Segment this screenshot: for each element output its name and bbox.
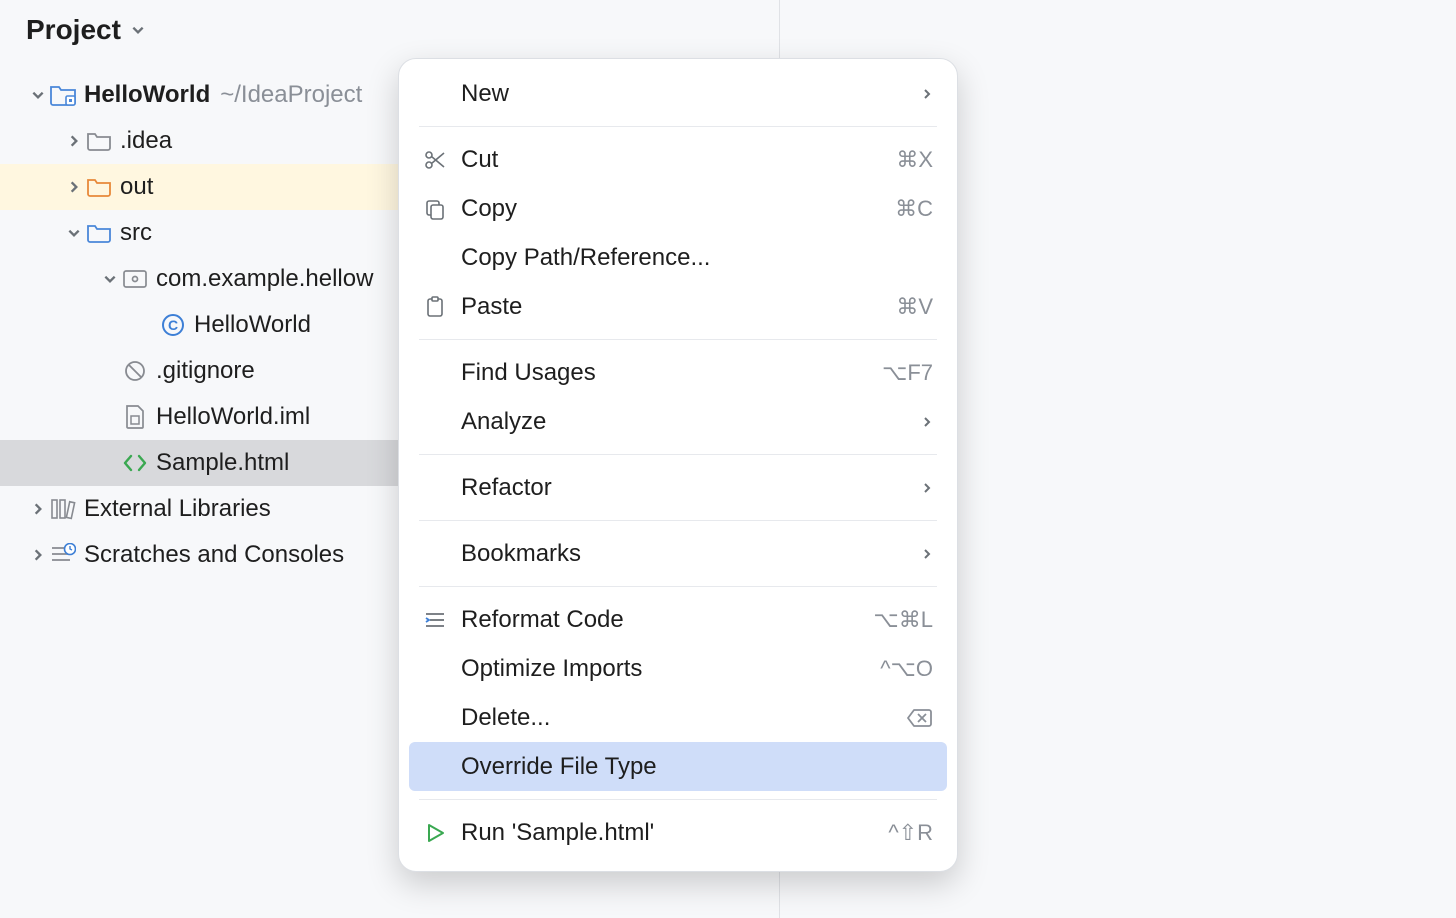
chevron-right-icon[interactable] bbox=[64, 180, 84, 194]
tree-label: Sample.html bbox=[156, 449, 289, 477]
chevron-down-icon[interactable] bbox=[100, 272, 120, 286]
menu-item-bookmarks[interactable]: Bookmarks bbox=[409, 529, 947, 578]
project-folder-icon bbox=[48, 84, 78, 106]
tree-label: .gitignore bbox=[156, 357, 255, 385]
menu-label: Run 'Sample.html' bbox=[461, 819, 888, 847]
tree-label: HelloWorld bbox=[194, 311, 311, 339]
menu-label: Delete... bbox=[461, 704, 907, 732]
chevron-right-icon bbox=[921, 416, 933, 428]
package-icon bbox=[120, 269, 150, 289]
menu-separator bbox=[419, 586, 937, 587]
menu-separator bbox=[419, 126, 937, 127]
menu-separator bbox=[419, 520, 937, 521]
copy-icon bbox=[419, 198, 451, 220]
menu-label: Paste bbox=[461, 293, 896, 321]
menu-separator bbox=[419, 799, 937, 800]
module-file-icon bbox=[120, 405, 150, 429]
chevron-down-icon[interactable] bbox=[131, 23, 145, 37]
html-file-icon bbox=[120, 452, 150, 474]
menu-separator bbox=[419, 339, 937, 340]
menu-label: Optimize Imports bbox=[461, 655, 880, 683]
chevron-right-icon[interactable] bbox=[28, 502, 48, 516]
svg-text:C: C bbox=[168, 317, 178, 333]
menu-item-override-file-type[interactable]: Override File Type bbox=[409, 742, 947, 791]
project-panel-header: Project bbox=[0, 0, 779, 60]
chevron-down-icon[interactable] bbox=[28, 88, 48, 102]
menu-shortcut: ⌘V bbox=[896, 294, 933, 320]
menu-label: Bookmarks bbox=[461, 540, 921, 568]
tree-sublabel: ~/IdeaProject bbox=[220, 81, 362, 109]
source-folder-icon bbox=[84, 223, 114, 243]
tree-label: com.example.hellow bbox=[156, 265, 373, 293]
menu-item-new[interactable]: New bbox=[409, 69, 947, 118]
menu-item-find-usages[interactable]: Find Usages ⌥F7 bbox=[409, 348, 947, 397]
menu-label: Copy Path/Reference... bbox=[461, 244, 933, 272]
menu-shortcut: ⌘C bbox=[895, 196, 933, 222]
library-icon bbox=[48, 498, 78, 520]
menu-item-cut[interactable]: Cut ⌘X bbox=[409, 135, 947, 184]
folder-excluded-icon bbox=[84, 177, 114, 197]
menu-item-delete[interactable]: Delete... bbox=[409, 693, 947, 742]
menu-separator bbox=[419, 454, 937, 455]
tree-label: out bbox=[120, 173, 153, 201]
menu-item-reformat-code[interactable]: Reformat Code ⌥⌘L bbox=[409, 595, 947, 644]
menu-item-copy[interactable]: Copy ⌘C bbox=[409, 184, 947, 233]
chevron-right-icon bbox=[921, 482, 933, 494]
menu-item-optimize-imports[interactable]: Optimize Imports ^⌥O bbox=[409, 644, 947, 693]
menu-label: Override File Type bbox=[461, 753, 933, 781]
menu-item-refactor[interactable]: Refactor bbox=[409, 463, 947, 512]
menu-item-run-sample[interactable]: Run 'Sample.html' ^⇧R bbox=[409, 808, 947, 857]
menu-label: Copy bbox=[461, 195, 895, 223]
scratches-icon bbox=[48, 543, 78, 567]
scissors-icon bbox=[419, 149, 451, 171]
chevron-right-icon bbox=[921, 548, 933, 560]
menu-shortcut: ^⌥O bbox=[880, 656, 933, 682]
menu-shortcut: ⌘X bbox=[896, 147, 933, 173]
tree-label: Scratches and Consoles bbox=[84, 541, 344, 569]
menu-label: Find Usages bbox=[461, 359, 882, 387]
class-icon: C bbox=[158, 313, 188, 337]
menu-shortcut: ⌥F7 bbox=[882, 360, 933, 386]
chevron-right-icon bbox=[921, 88, 933, 100]
menu-label: Cut bbox=[461, 146, 896, 174]
menu-shortcut: ⌥⌘L bbox=[873, 607, 933, 633]
menu-label: Analyze bbox=[461, 408, 921, 436]
folder-icon bbox=[84, 131, 114, 151]
tree-label: External Libraries bbox=[84, 495, 271, 523]
tree-label: src bbox=[120, 219, 152, 247]
paste-icon bbox=[419, 296, 451, 318]
tree-label: HelloWorld.iml bbox=[156, 403, 310, 431]
gitignore-icon bbox=[120, 360, 150, 382]
tree-label: .idea bbox=[120, 127, 172, 155]
menu-label: Refactor bbox=[461, 474, 921, 502]
menu-item-paste[interactable]: Paste ⌘V bbox=[409, 282, 947, 331]
reformat-icon bbox=[419, 610, 451, 630]
chevron-right-icon[interactable] bbox=[64, 134, 84, 148]
run-icon bbox=[419, 823, 451, 843]
project-panel-title: Project bbox=[26, 14, 121, 46]
menu-shortcut: ^⇧R bbox=[888, 820, 933, 846]
tree-label: HelloWorld bbox=[84, 81, 210, 109]
delete-key-icon bbox=[907, 708, 933, 728]
chevron-down-icon[interactable] bbox=[64, 226, 84, 240]
menu-label: New bbox=[461, 80, 921, 108]
context-menu: New Cut ⌘X Copy ⌘C Copy Path/Reference..… bbox=[398, 58, 958, 872]
menu-item-analyze[interactable]: Analyze bbox=[409, 397, 947, 446]
chevron-right-icon[interactable] bbox=[28, 548, 48, 562]
menu-item-copy-path[interactable]: Copy Path/Reference... bbox=[409, 233, 947, 282]
menu-label: Reformat Code bbox=[461, 606, 873, 634]
